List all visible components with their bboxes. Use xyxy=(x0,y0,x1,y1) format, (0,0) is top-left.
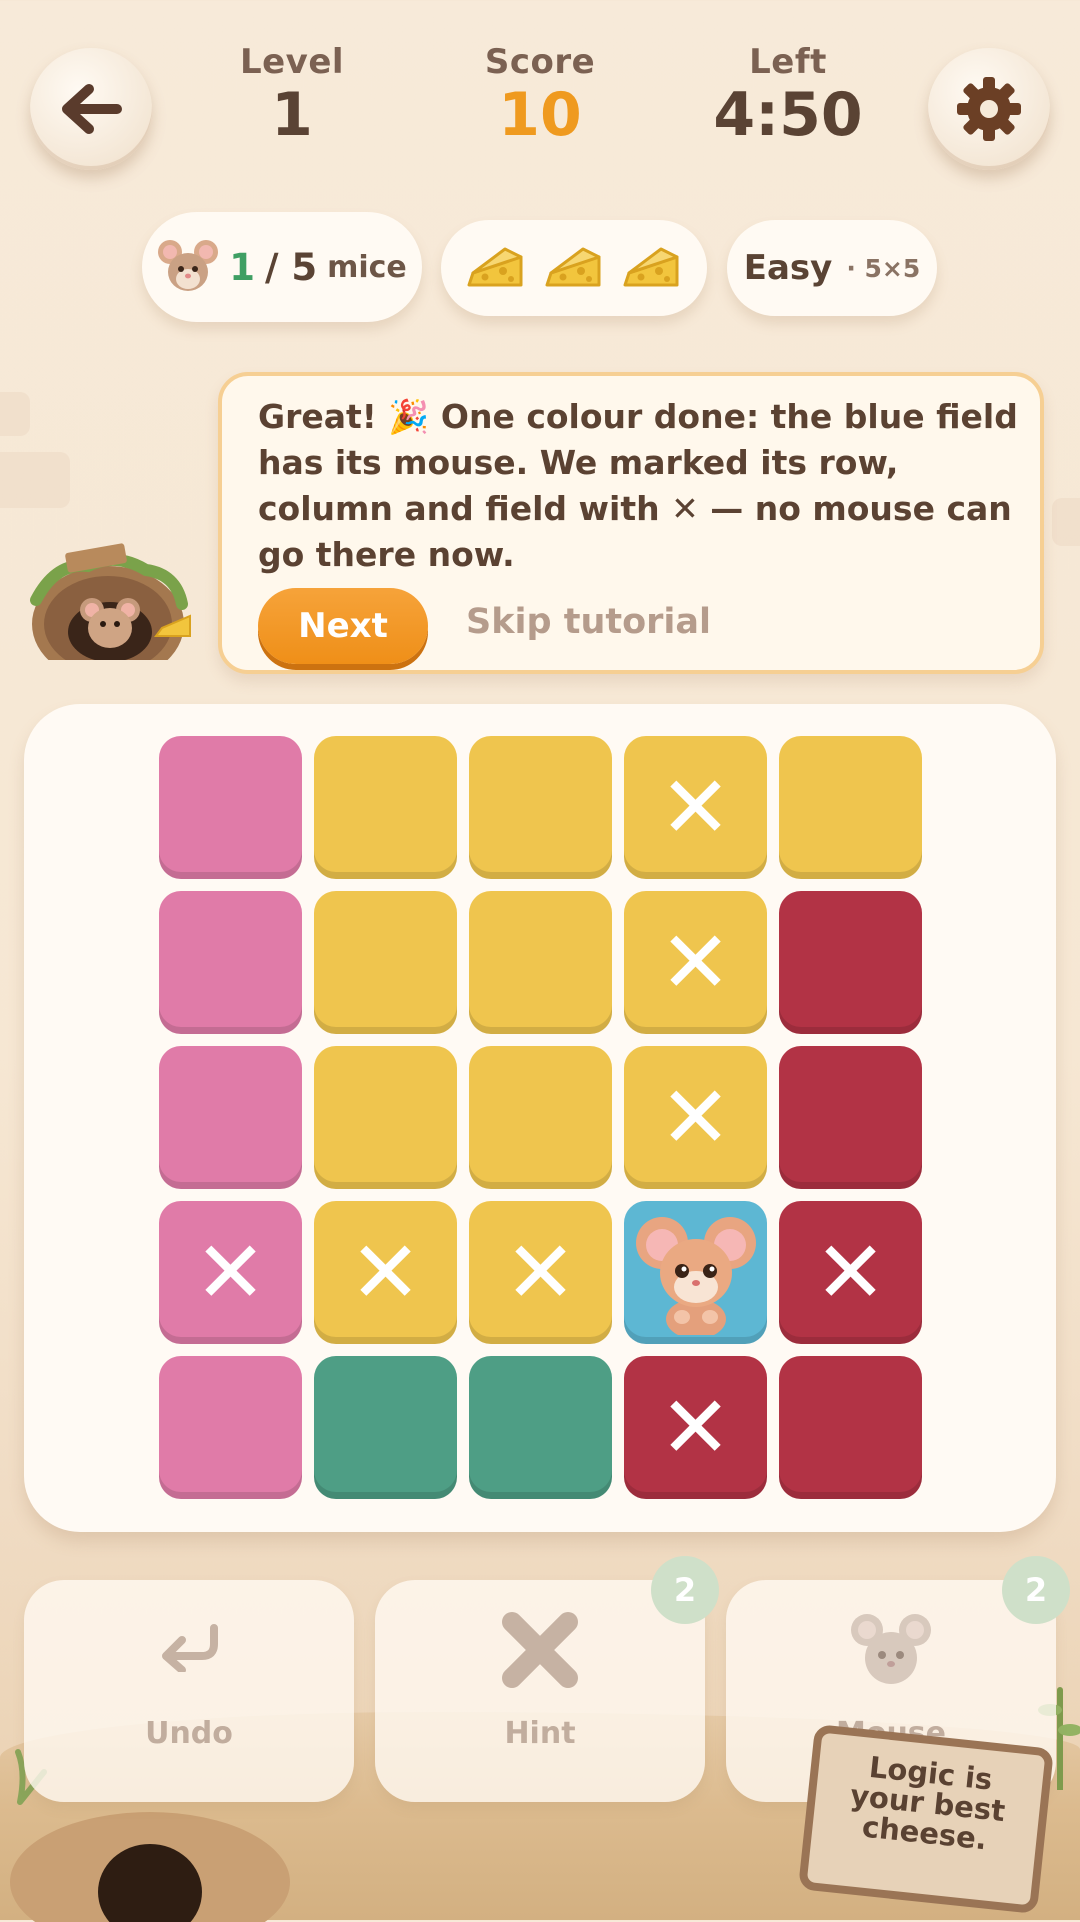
x-mark-icon: ✕ xyxy=(194,1222,267,1323)
placed-mouse-icon xyxy=(632,1207,760,1339)
board-cell[interactable]: ✕ xyxy=(624,891,767,1034)
mouse-count-badge: 2 xyxy=(1002,1556,1070,1624)
x-mark-icon: ✕ xyxy=(659,1377,732,1478)
board-cell[interactable]: ✕ xyxy=(624,1356,767,1499)
next-button[interactable]: Next xyxy=(258,588,428,664)
undo-label: Undo xyxy=(145,1716,233,1751)
score-stat: Score 10 xyxy=(420,42,660,147)
mouse-avatar-icon xyxy=(158,240,219,291)
arrow-left-icon xyxy=(62,84,122,134)
board-cell[interactable]: ✕ xyxy=(469,1201,612,1344)
board-cell[interactable] xyxy=(469,1356,612,1499)
motto-sign: Logic is your best cheese. xyxy=(797,1723,1055,1915)
gear-icon xyxy=(957,77,1021,141)
time-left-stat: Left 4:50 xyxy=(668,42,908,147)
board-cell[interactable] xyxy=(159,1046,302,1189)
wall-brick xyxy=(0,392,30,436)
score-label: Score xyxy=(484,42,596,82)
board-cell[interactable] xyxy=(469,1046,612,1189)
board-cell[interactable]: ✕ xyxy=(624,1046,767,1189)
board-cell[interactable] xyxy=(779,736,922,879)
mice-unit: mice xyxy=(327,249,407,285)
back-button[interactable] xyxy=(30,48,152,170)
cheese-icon xyxy=(623,247,679,287)
board-cell[interactable]: ✕ xyxy=(779,1201,922,1344)
cheese-icon xyxy=(545,247,601,287)
difficulty-label: Easy xyxy=(743,248,833,288)
board-cell[interactable] xyxy=(314,1046,457,1189)
x-mark-icon: ✕ xyxy=(504,1222,577,1323)
skip-tutorial-button[interactable]: Skip tutorial xyxy=(466,602,711,642)
mouse-hole-illustration xyxy=(30,543,191,660)
puzzle-board: ✕ ✕ ✕ ✕ ✕ ✕ ✕ ✕ xyxy=(24,704,1056,1532)
x-mark-icon xyxy=(502,1612,578,1688)
board-cell[interactable]: ✕ xyxy=(624,736,767,879)
x-mark-icon: ✕ xyxy=(659,1067,732,1168)
difficulty-pill: Easy · 5×5 xyxy=(727,220,937,316)
board-cell[interactable] xyxy=(469,736,612,879)
hint-label: Hint xyxy=(504,1716,576,1751)
cheese-icon xyxy=(467,247,523,287)
board-cell[interactable]: ✕ xyxy=(314,1201,457,1344)
board-cell[interactable] xyxy=(314,736,457,879)
board-cell[interactable] xyxy=(779,1046,922,1189)
board-cell[interactable]: ✕ xyxy=(159,1201,302,1344)
board-cell[interactable] xyxy=(159,736,302,879)
level-value: 1 xyxy=(271,80,313,150)
wall-brick xyxy=(1052,498,1080,546)
wall-brick xyxy=(0,452,70,508)
tutorial-bubble: Great! 🎉 One colour done: the blue field… xyxy=(218,372,1044,674)
board-cell[interactable] xyxy=(779,891,922,1034)
hint-button[interactable]: Hint 2 xyxy=(375,1556,719,1802)
hint-count-badge: 2 xyxy=(651,1556,719,1624)
board-cell[interactable] xyxy=(469,891,612,1034)
x-mark-icon: ✕ xyxy=(814,1222,887,1323)
board-cell[interactable] xyxy=(624,1201,767,1344)
cheese-rating-pill xyxy=(441,220,707,316)
board-cell[interactable] xyxy=(314,891,457,1034)
mice-found-count: 1 xyxy=(229,245,255,289)
undo-arrow-icon xyxy=(162,1624,218,1672)
x-mark-icon: ✕ xyxy=(659,757,732,858)
x-mark-icon: ✕ xyxy=(659,912,732,1013)
board-cell[interactable] xyxy=(314,1356,457,1499)
level-label: Level xyxy=(239,42,345,82)
mice-counter-pill: 1 / 5 mice xyxy=(142,212,422,322)
board-cell[interactable] xyxy=(159,1356,302,1499)
settings-button[interactable] xyxy=(928,48,1050,170)
x-mark-icon: ✕ xyxy=(349,1222,422,1323)
tutorial-message: Great! 🎉 One colour done: the blue field… xyxy=(258,397,1018,574)
undo-button[interactable]: Undo xyxy=(24,1580,354,1802)
time-left-label: Left xyxy=(749,42,827,82)
level-stat: Level 1 xyxy=(172,42,412,147)
time-left-value: 4:50 xyxy=(713,80,863,150)
mice-total: / 5 xyxy=(264,245,318,289)
grid-size-label: · 5×5 xyxy=(846,253,921,283)
score-value: 10 xyxy=(498,80,582,150)
board-cell[interactable] xyxy=(159,891,302,1034)
mouse-icon xyxy=(851,1614,931,1684)
board-cell[interactable] xyxy=(779,1356,922,1499)
